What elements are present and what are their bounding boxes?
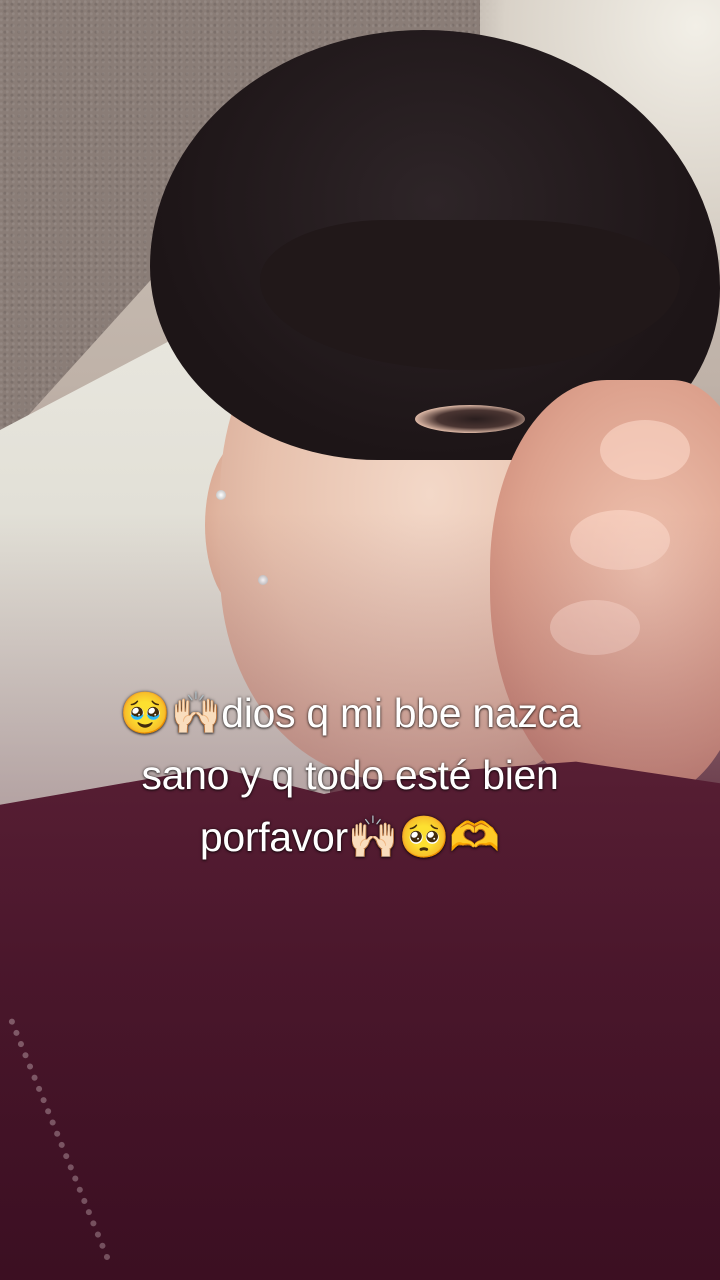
caption-line-3: porfavor🙌🏻🥺🫶 xyxy=(199,814,501,860)
caption-line-2: sano y q todo esté bien xyxy=(141,752,559,798)
caption-text: 🥹🙌🏻dios q mi bbe nazca sano y q todo est… xyxy=(40,682,660,868)
video-frame[interactable]: 🥹🙌🏻dios q mi bbe nazca sano y q todo est… xyxy=(0,0,720,1280)
caption-line-1: 🥹🙌🏻dios q mi bbe nazca xyxy=(119,690,581,736)
color-overlay xyxy=(0,0,720,1280)
